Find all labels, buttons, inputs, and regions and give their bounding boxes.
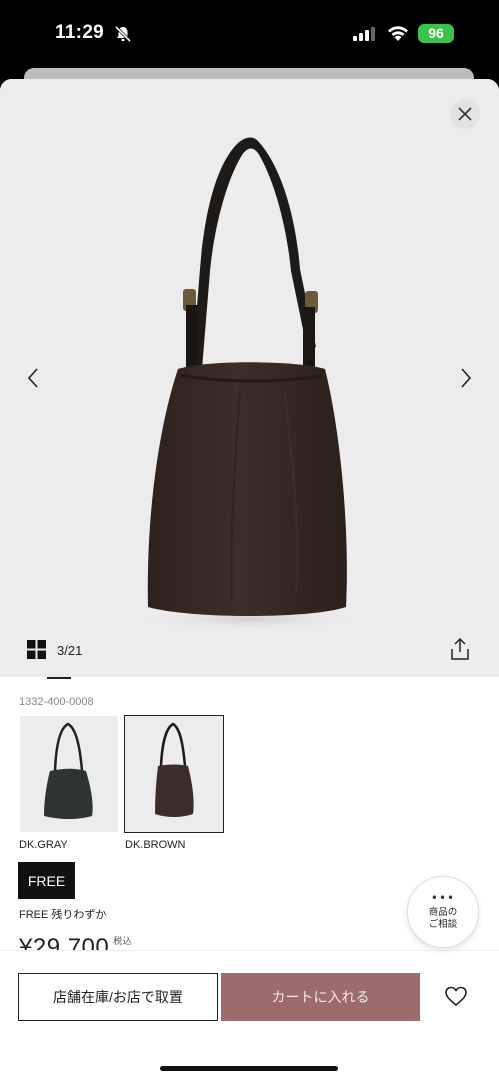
next-image-button[interactable]	[455, 365, 477, 391]
gallery-active-indicator	[47, 677, 71, 679]
color-swatch-dk-brown[interactable]	[124, 715, 224, 833]
stock-note: FREE 残りわずか	[19, 909, 107, 921]
chevron-right-icon	[461, 368, 472, 388]
battery-indicator: 96	[418, 24, 454, 43]
add-to-cart-button[interactable]: カートに入れる	[221, 973, 420, 1021]
wifi-icon	[388, 26, 408, 41]
status-time: 11:29	[55, 22, 105, 43]
chevron-left-icon	[27, 368, 38, 388]
grid-view-icon[interactable]	[27, 640, 46, 659]
bottom-action-bar: 店舗在庫/お店で取置 カートに入れる	[0, 950, 499, 1080]
product-gallery[interactable]: 3/21	[0, 79, 499, 677]
image-counter: 3/21	[57, 643, 83, 658]
share-icon[interactable]	[449, 637, 471, 661]
close-button[interactable]	[450, 99, 480, 129]
product-sheet: 3/21 1332-400-0008 DK.GRAY DK.BROWN FREE…	[0, 79, 499, 1080]
consult-label: 商品の ご相談	[428, 907, 458, 930]
close-icon	[458, 107, 472, 121]
color-label-dk-brown: DK.BROWN	[125, 839, 186, 851]
product-image	[0, 79, 499, 677]
more-dots-icon: •••	[430, 891, 456, 905]
price-tax-label: 税込	[113, 936, 133, 946]
bell-muted-icon	[114, 25, 132, 43]
previous-image-button[interactable]	[22, 365, 44, 391]
store-stock-button[interactable]: 店舗在庫/お店で取置	[18, 973, 218, 1021]
status-bar: 11:29 96	[0, 0, 499, 68]
home-indicator	[160, 1066, 338, 1071]
swatch-image	[125, 716, 223, 832]
consult-button[interactable]: ••• 商品の ご相談	[407, 876, 479, 948]
signal-icon	[353, 27, 375, 41]
swatch-image	[20, 716, 118, 832]
battery-level: 96	[428, 25, 444, 41]
size-option-free[interactable]: FREE	[18, 862, 75, 899]
heart-icon[interactable]	[444, 985, 468, 1007]
color-swatch-dk-gray[interactable]	[20, 716, 118, 832]
product-sku: 1332-400-0008	[19, 696, 94, 708]
color-label-dk-gray: DK.GRAY	[19, 839, 68, 851]
